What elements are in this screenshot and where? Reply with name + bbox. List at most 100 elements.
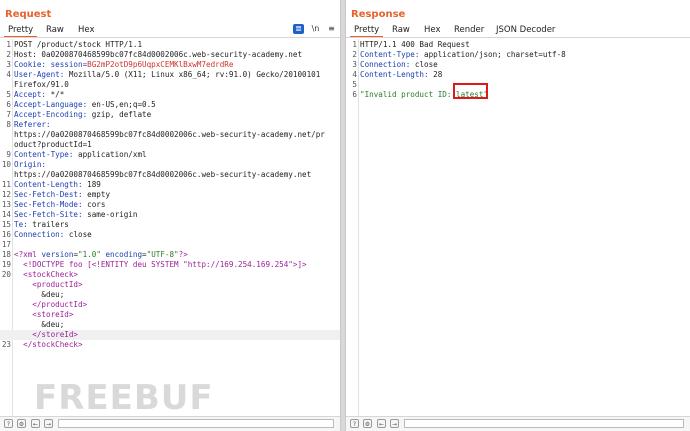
line-content: Content-Type: application/xml: [14, 150, 147, 160]
code-token: <?xml: [14, 250, 42, 259]
request-title: Request: [5, 9, 52, 20]
code-token: en-US,en;q=0.5: [91, 100, 156, 109]
request-code-line: 23 </stockCheck>: [0, 340, 340, 350]
settings-icon[interactable]: ⚙: [363, 419, 372, 428]
response-tab-pretty[interactable]: Pretty: [350, 24, 384, 38]
request-code-line: 10 Origin:: [0, 160, 340, 170]
request-code-line: 15 Te: trailers: [0, 220, 340, 230]
line-content: Content-Length: 189: [14, 180, 101, 190]
code-token: <stockCheck>: [14, 270, 79, 279]
line-number: 1: [352, 40, 357, 49]
line-content: <storeId>: [14, 310, 73, 320]
request-code-line: 18 <?xml version="1.0" encoding="UTF-8"?>: [0, 250, 340, 260]
code-token: Origin:: [14, 160, 51, 169]
code-token: Content-Length:: [14, 180, 88, 189]
line-content: Sec-Fetch-Mode: cors: [14, 200, 105, 210]
line-number: 14: [1, 210, 11, 219]
response-editor[interactable]: 1 HTTP/1.1 400 Bad Request 2 Content-Type: …: [346, 39, 690, 417]
request-code-line: 3 Cookie: session=BG2mP2otD9p6UqpxCEMKlBx…: [0, 60, 340, 70]
line-content: POST /product/stock HTTP/1.1: [14, 40, 142, 50]
response-code-line: 2 Content-Type: application/json; charset…: [346, 50, 690, 60]
code-token: Content-Length:: [360, 70, 434, 79]
help-icon[interactable]: ?: [350, 419, 359, 428]
request-code-line: 9 Content-Type: application/xml: [0, 150, 340, 160]
line-number: 1: [6, 40, 11, 49]
request-code-line: 5 Accept: */*: [0, 90, 340, 100]
response-tab-divider: [346, 37, 690, 38]
response-tab-hex[interactable]: Hex: [420, 24, 445, 36]
request-code-line: 4 User-Agent: Mozilla/5.0 (X11; Linux x86…: [0, 70, 340, 80]
line-number: 6: [352, 90, 357, 99]
highlight-box: [453, 83, 488, 99]
code-token: Accept-Language:: [14, 100, 92, 109]
help-icon[interactable]: ?: [4, 419, 13, 428]
line-content: HTTP/1.1 400 Bad Request: [360, 40, 470, 50]
line-number: 4: [352, 70, 357, 79]
request-code-line: 1 POST /product/stock HTTP/1.1: [0, 40, 340, 50]
code-token: POST /product/stock HTTP/1.1: [14, 40, 143, 49]
line-content: </stockCheck>: [14, 340, 82, 350]
code-token: <productId>: [14, 280, 83, 289]
line-number: 10: [1, 160, 11, 169]
line-number: 15: [1, 220, 11, 229]
request-search-input[interactable]: [58, 419, 334, 428]
code-token: cors: [87, 200, 106, 209]
back-arrow-icon[interactable]: ←: [377, 419, 386, 428]
code-token: version: [41, 250, 74, 259]
request-tab-hex[interactable]: Hex: [74, 24, 99, 36]
freebuf-watermark: FREEBUF: [34, 378, 214, 418]
code-token: gzip, deflate: [91, 110, 152, 119]
line-content: &deu;: [14, 320, 64, 330]
settings-icon[interactable]: ⚙: [17, 419, 26, 428]
request-code-line: 7 Accept-Encoding: gzip, deflate: [0, 110, 340, 120]
request-code-line: 13 Sec-Fetch-Mode: cors: [0, 200, 340, 210]
line-content: </productId>: [14, 300, 87, 310]
line-number: 5: [352, 80, 357, 89]
code-token: "1.0": [78, 250, 101, 259]
request-tab-raw[interactable]: Raw: [42, 24, 68, 36]
back-arrow-icon[interactable]: ←: [31, 419, 40, 428]
response-tab-json-decoder[interactable]: JSON Decoder: [492, 24, 559, 36]
code-token: BG2mP2otD9p6UqpxCEMKlBxwM7edrdRe: [87, 60, 234, 69]
code-token: Cookie: session=: [14, 60, 88, 69]
code-token: Connection:: [360, 60, 415, 69]
code-token: */*: [50, 90, 65, 99]
request-code-line: </storeId>: [0, 330, 340, 340]
line-content: Firefox/91.0: [14, 80, 69, 90]
response-tab-render[interactable]: Render: [450, 24, 488, 36]
code-token: 28: [433, 70, 443, 79]
request-search-bar: ? ⚙ ← →: [0, 416, 340, 431]
line-content: <productId>: [14, 280, 83, 290]
code-token: https://0a0200870468599bc07fc84d0002006c…: [14, 130, 325, 139]
code-token: 189: [87, 180, 101, 189]
code-token: Mozilla/5.0 (X11; Linux x86_64; rv:91.0)…: [68, 70, 321, 79]
request-editor[interactable]: 1 POST /product/stock HTTP/1.1 2 Host: 0a02…: [0, 39, 340, 417]
line-number: 23: [1, 340, 11, 349]
menu-icon[interactable]: ≡: [326, 24, 337, 34]
response-tab-raw[interactable]: Raw: [388, 24, 414, 36]
line-content: Sec-Fetch-Site: same-origin: [14, 210, 137, 220]
request-code-line: 12 Sec-Fetch-Dest: empty: [0, 190, 340, 200]
request-code-line: </productId>: [0, 300, 340, 310]
code-token: &deu;: [14, 320, 65, 329]
line-number: 4: [6, 70, 11, 79]
forward-arrow-icon[interactable]: →: [44, 419, 53, 428]
code-token: Firefox/91.0: [14, 80, 69, 89]
request-code-line: 17: [0, 240, 340, 250]
line-content: Accept-Language: en-US,en;q=0.5: [14, 100, 156, 110]
line-number: 11: [1, 180, 11, 189]
request-code-line: 14 Sec-Fetch-Site: same-origin: [0, 210, 340, 220]
line-content: Referer:: [14, 120, 55, 130]
request-code-line: &deu;: [0, 290, 340, 300]
line-number: 2: [352, 50, 357, 59]
response-code-line: 5: [346, 80, 690, 90]
message-editor-icon[interactable]: ≣: [293, 24, 304, 34]
request-tab-pretty[interactable]: Pretty: [4, 24, 38, 38]
code-token: Te:: [14, 220, 33, 229]
line-content: <stockCheck>: [14, 270, 78, 280]
code-token: Accept:: [14, 90, 51, 99]
forward-arrow-icon[interactable]: →: [390, 419, 399, 428]
line-number: 5: [6, 90, 11, 99]
newline-toggle-icon[interactable]: \n: [310, 24, 321, 34]
response-search-input[interactable]: [404, 419, 684, 428]
